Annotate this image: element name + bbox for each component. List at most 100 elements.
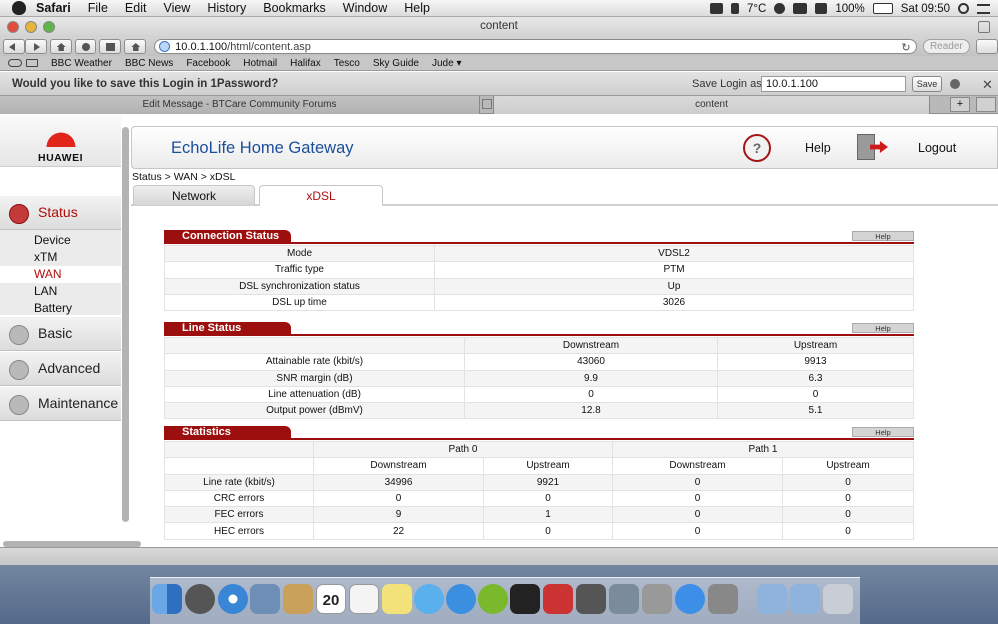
applications-folder-icon[interactable] bbox=[757, 584, 787, 614]
tab-forum[interactable]: Edit Message - BTCare Community Forums bbox=[0, 96, 492, 114]
weather-temp[interactable]: 7°C bbox=[747, 3, 766, 15]
iphoto-icon[interactable] bbox=[609, 584, 639, 614]
itunes-icon[interactable] bbox=[446, 584, 476, 614]
row-label: Attainable rate (kbit/s) bbox=[164, 353, 465, 371]
tab-content[interactable]: content bbox=[493, 96, 930, 114]
nav-status[interactable]: Status bbox=[0, 196, 121, 230]
reader-button[interactable]: Reader bbox=[922, 39, 971, 54]
save-login-button[interactable]: Save bbox=[912, 76, 942, 92]
logout-link[interactable]: Logout bbox=[918, 141, 956, 155]
cell-value: 6.3 bbox=[717, 369, 914, 387]
reading-list-icon[interactable] bbox=[8, 59, 22, 67]
battery-icon[interactable] bbox=[872, 3, 893, 14]
new-tab-button[interactable]: + bbox=[950, 97, 970, 112]
table-row: HEC errors 22 0 0 0 bbox=[164, 522, 914, 540]
nav-lan[interactable]: LAN bbox=[0, 283, 121, 300]
sidebar-scrollbar[interactable] bbox=[122, 127, 129, 522]
time-machine-icon[interactable] bbox=[774, 3, 786, 14]
trash-icon[interactable] bbox=[823, 584, 853, 614]
help-link[interactable]: Help bbox=[805, 141, 831, 155]
cell-value: 0 bbox=[483, 522, 613, 540]
nav-device[interactable]: Device bbox=[0, 232, 121, 249]
nav-xtm[interactable]: xTM bbox=[0, 249, 121, 266]
tab-network[interactable]: Network bbox=[133, 185, 255, 205]
nav-wan[interactable]: WAN bbox=[0, 266, 121, 283]
messages-icon[interactable] bbox=[414, 584, 444, 614]
finder-icon[interactable] bbox=[152, 584, 182, 614]
1password-bar: Would you like to save this Login in 1Pa… bbox=[0, 72, 998, 96]
table-row: Line rate (kbit/s) 34996 9921 0 0 bbox=[164, 473, 914, 491]
safari-icon[interactable] bbox=[218, 584, 248, 614]
menu-file[interactable]: File bbox=[88, 1, 108, 15]
launchpad-icon[interactable] bbox=[185, 584, 215, 614]
documents-folder-icon[interactable] bbox=[790, 584, 820, 614]
menu-view[interactable]: View bbox=[163, 1, 190, 15]
preview-icon[interactable] bbox=[250, 584, 280, 614]
facetime-icon[interactable] bbox=[576, 584, 606, 614]
sonos-icon[interactable] bbox=[510, 584, 540, 614]
zoom-window-icon[interactable] bbox=[43, 21, 55, 33]
menu-history[interactable]: History bbox=[207, 1, 246, 15]
help-button[interactable]: Help bbox=[852, 323, 914, 333]
bookmark-item[interactable]: Facebook bbox=[186, 58, 230, 69]
menu-window[interactable]: Window bbox=[343, 1, 387, 15]
nav-battery[interactable]: Battery bbox=[0, 300, 121, 317]
menu-help[interactable]: Help bbox=[404, 1, 430, 15]
share-button[interactable] bbox=[124, 39, 147, 54]
help-icon[interactable]: ? bbox=[743, 134, 771, 162]
bookmark-item[interactable]: Sky Guide bbox=[373, 58, 419, 69]
clock[interactable]: Sat 09:50 bbox=[901, 3, 950, 15]
bookmark-item[interactable]: Hotmail bbox=[243, 58, 277, 69]
bookmark-item[interactable]: Halifax bbox=[290, 58, 321, 69]
home-button[interactable] bbox=[49, 39, 72, 54]
help-button[interactable]: Help bbox=[852, 231, 914, 241]
menu-edit[interactable]: Edit bbox=[125, 1, 147, 15]
spotify-icon[interactable] bbox=[478, 584, 508, 614]
bookmark-item[interactable]: Jude ▾ bbox=[432, 58, 461, 69]
nav-maintenance[interactable]: Maintenance bbox=[0, 387, 121, 421]
utility-icon[interactable] bbox=[642, 584, 672, 614]
1password-icon[interactable] bbox=[710, 3, 724, 14]
menu-app[interactable]: Safari bbox=[36, 1, 71, 15]
calendar-icon[interactable]: 20 bbox=[316, 584, 346, 614]
app-store-icon[interactable] bbox=[675, 584, 705, 614]
reminders-icon[interactable] bbox=[349, 584, 379, 614]
bluetooth-icon[interactable] bbox=[731, 3, 740, 14]
address-bar[interactable]: 10.0.1.100/html/content.asp ↻ bbox=[154, 39, 917, 54]
minimize-window-icon[interactable] bbox=[25, 21, 37, 33]
fullscreen-icon[interactable] bbox=[978, 21, 990, 33]
contacts-icon[interactable] bbox=[283, 584, 313, 614]
row-label: Output power (dBmV) bbox=[164, 402, 465, 420]
close-window-icon[interactable] bbox=[7, 21, 19, 33]
top-sites-icon[interactable] bbox=[26, 59, 38, 67]
photo-booth-icon[interactable] bbox=[543, 584, 573, 614]
bookmarks-button[interactable] bbox=[99, 39, 122, 54]
system-preferences-icon[interactable] bbox=[708, 584, 738, 614]
tab-list-button[interactable] bbox=[976, 97, 996, 112]
tab-xdsl[interactable]: xDSL bbox=[259, 185, 383, 205]
reload-icon[interactable]: ↻ bbox=[901, 41, 910, 54]
spotlight-icon[interactable] bbox=[958, 3, 969, 14]
downloads-button[interactable] bbox=[976, 39, 998, 54]
help-button[interactable]: Help bbox=[852, 427, 914, 437]
nav-advanced[interactable]: Advanced bbox=[0, 352, 121, 386]
bookmark-item[interactable]: BBC Weather bbox=[51, 58, 112, 69]
stickies-icon[interactable] bbox=[382, 584, 412, 614]
list-icon[interactable] bbox=[977, 3, 990, 14]
menu-bookmarks[interactable]: Bookmarks bbox=[263, 1, 326, 15]
close-icon[interactable]: ✕ bbox=[982, 77, 993, 93]
bookmark-item[interactable]: Tesco bbox=[334, 58, 360, 69]
back-arrow-icon bbox=[9, 43, 15, 51]
apple-icon[interactable] bbox=[12, 1, 26, 15]
forward-button[interactable] bbox=[24, 39, 47, 54]
nav-basic[interactable]: Basic bbox=[0, 317, 121, 351]
back-button[interactable] bbox=[3, 39, 25, 54]
tab-close-icon[interactable] bbox=[482, 99, 492, 109]
1password-button[interactable] bbox=[74, 39, 97, 54]
bookmark-item[interactable]: BBC News bbox=[125, 58, 173, 69]
wifi-icon[interactable] bbox=[793, 3, 808, 14]
volume-icon[interactable] bbox=[815, 3, 828, 14]
gear-icon[interactable] bbox=[950, 79, 960, 89]
save-login-input[interactable]: 10.0.1.100 bbox=[761, 76, 906, 92]
battery-percent[interactable]: 100% bbox=[835, 3, 864, 15]
